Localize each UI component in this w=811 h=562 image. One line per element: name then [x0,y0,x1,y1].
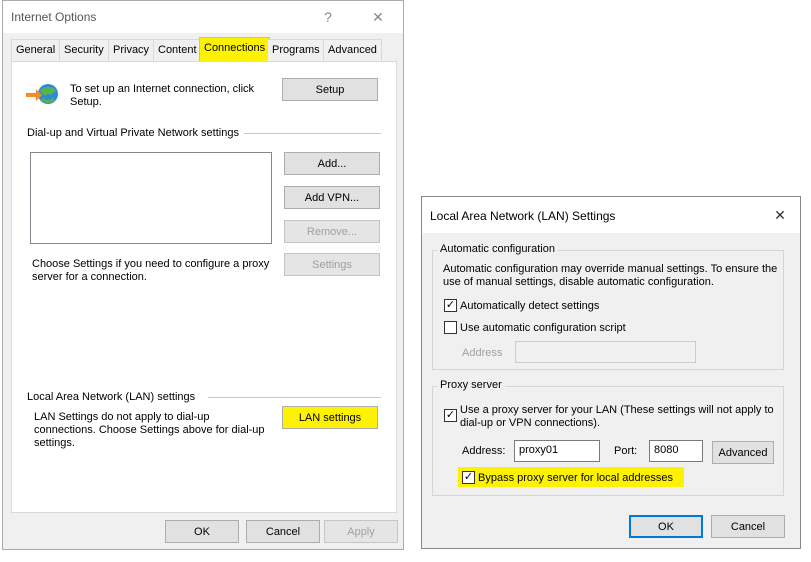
auto-config-description: Automatic configuration may override man… [443,263,778,288]
auto-script-checkbox[interactable] [444,321,457,334]
bypass-label: Bypass proxy server for local addresses [478,472,674,484]
auto-detect-checkbox[interactable]: ✓ [444,299,457,312]
lan-settings-button[interactable]: LAN settings [282,406,378,429]
use-proxy-checkbox[interactable]: ✓ [444,409,457,422]
add-vpn-button[interactable]: Add VPN... [284,186,380,209]
close-button[interactable]: ✕ [358,1,398,33]
lan-cancel-button[interactable]: Cancel [711,515,785,538]
add-button[interactable]: Add... [284,152,380,175]
port-label: Port: [614,445,638,457]
proxy-group-title: Proxy server [437,379,505,391]
settings-button[interactable]: Settings [284,253,380,276]
apply-button[interactable]: Apply [324,520,398,543]
lan-ok-button[interactable]: OK [629,515,703,538]
tab-security[interactable]: Security [59,39,109,61]
proxy-address-input[interactable]: proxy01 [514,440,600,462]
auto-detect-label: Automatically detect settings [460,300,600,312]
lan-heading: Local Area Network (LAN) settings [27,391,196,403]
lan-dialog-titlebar: Local Area Network (LAN) Settings ✕ [422,197,800,233]
internet-options-titlebar: Internet Options ? ✕ [3,1,403,33]
proxy-address-label: Address: [462,445,506,457]
help-button[interactable]: ? [308,1,348,33]
tab-content[interactable]: Content [153,39,202,61]
remove-button[interactable]: Remove... [284,220,380,243]
bypass-checkbox[interactable]: ✓ [462,471,475,484]
globe-icon [26,82,62,108]
script-address-label: Address [462,347,503,359]
settings-description: Choose Settings if you need to configure… [32,258,270,283]
auto-config-group-title: Automatic configuration [437,243,558,255]
connections-list[interactable] [30,152,272,244]
setup-description: To set up an Internet connection, click … [70,83,255,108]
tab-privacy[interactable]: Privacy [108,39,155,61]
tab-programs[interactable]: Programs [267,39,325,61]
lan-settings-dialog: Local Area Network (LAN) Settings ✕ Auto… [421,196,801,549]
tab-general[interactable]: General [11,39,61,61]
dialup-divider [244,133,381,134]
tab-advanced[interactable]: Advanced [323,39,382,61]
lan-dialog-title: Local Area Network (LAN) Settings [430,209,616,223]
script-address-input[interactable] [515,341,696,363]
proxy-advanced-button[interactable]: Advanced [712,441,774,464]
dialup-heading: Dial-up and Virtual Private Network sett… [27,127,239,139]
auto-script-label: Use automatic configuration script [460,322,626,334]
lan-description: LAN Settings do not apply to dial-up con… [34,411,265,449]
tab-connections[interactable]: Connections [199,37,271,61]
window-title: Internet Options [11,10,97,24]
cancel-button[interactable]: Cancel [246,520,320,543]
lan-divider [208,397,381,398]
connections-panel: To set up an Internet connection, click … [11,61,397,513]
setup-button[interactable]: Setup [282,78,378,101]
ok-button[interactable]: OK [165,520,239,543]
use-proxy-label: Use a proxy server for your LAN (These s… [460,404,774,429]
lan-dialog-close-button[interactable]: ✕ [760,199,800,231]
port-input[interactable]: 8080 [649,440,703,462]
internet-options-window: Internet Options ? ✕ General Security Pr… [2,0,404,550]
